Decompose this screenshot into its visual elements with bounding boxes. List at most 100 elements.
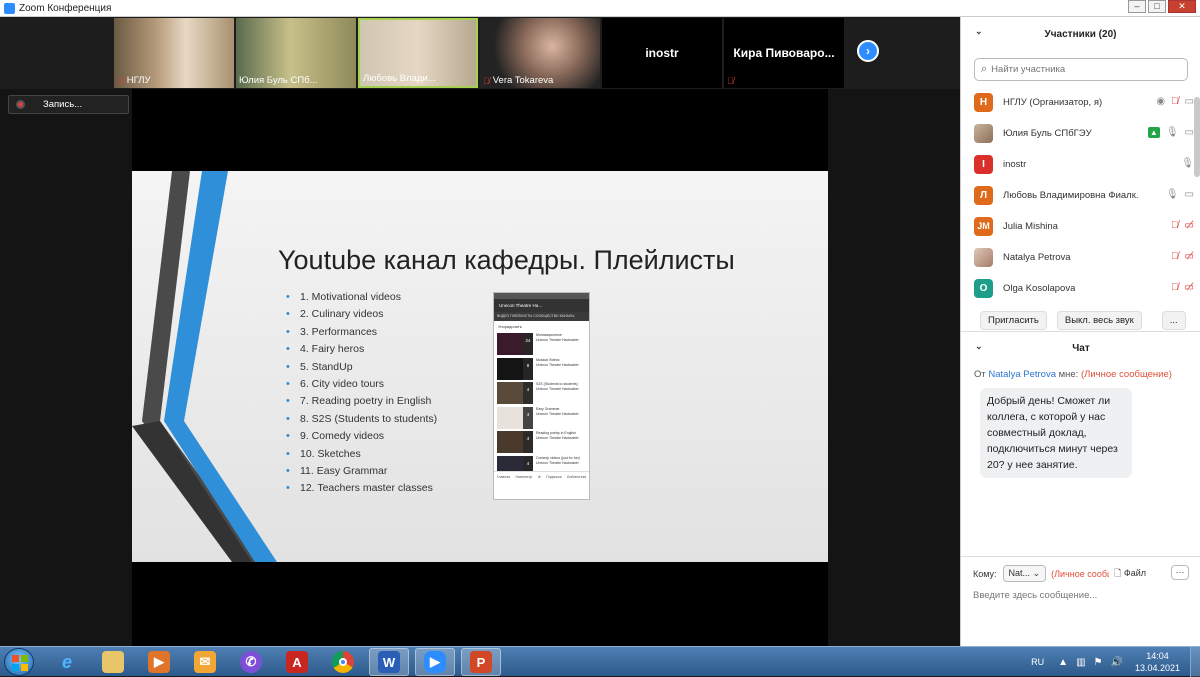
search-input[interactable] xyxy=(991,64,1172,75)
video-tile[interactable]: 🎙̸ НГЛУ xyxy=(114,18,234,88)
list-item: 1. Motivational videos xyxy=(286,289,437,307)
mic-muted-icon: 🎙̸ xyxy=(727,76,734,86)
chat-input[interactable]: Введите здесь сообщение... xyxy=(973,590,1200,601)
playlist-row: 4 Easy Grammar Unecon Theatre Hacksaber xyxy=(494,406,589,431)
taskbar-media[interactable]: ▶ xyxy=(139,648,179,676)
participant-search[interactable]: ⌕ xyxy=(974,58,1188,81)
mic-muted-icon: 🎙̸ xyxy=(483,75,490,86)
mute-all-button[interactable]: Выкл. весь звук xyxy=(1056,311,1142,330)
pdf-icon: A xyxy=(286,651,308,673)
chat-more-button[interactable]: ··· xyxy=(1171,565,1189,580)
file-button[interactable]: 🗋 Файл xyxy=(1114,566,1146,582)
video-tile-active-speaker[interactable]: Любовь Влади... xyxy=(358,18,478,88)
minimize-button[interactable]: – xyxy=(1128,0,1146,13)
window-title: Zoom Конференция xyxy=(19,2,112,14)
participant-row[interactable]: Н НГЛУ (Организатор, я) ◉ 🎙̸ ▭ xyxy=(961,87,1200,118)
participant-row[interactable]: O Olga Kosolapova 🎙̸ ▭̸ xyxy=(961,273,1200,304)
taskbar-chrome[interactable] xyxy=(323,648,363,676)
more-button[interactable]: ... xyxy=(1161,311,1186,330)
mic-muted-icon[interactable]: 🎙̸ xyxy=(1171,282,1179,293)
participant-row[interactable]: Natalya Petrova 🎙̸ ▭̸ xyxy=(961,242,1200,273)
avatar: I xyxy=(974,155,993,174)
chat-header: ⌄ Чат xyxy=(961,332,1200,364)
mic-muted-icon[interactable]: 🎙̸ xyxy=(1171,220,1179,231)
video-tile[interactable]: inostr xyxy=(602,18,722,88)
invite-button[interactable]: Пригласить xyxy=(980,311,1047,330)
video-icon[interactable]: ▭ xyxy=(1185,127,1194,138)
phone-tabs: ВИДЕО ПЛЕЙЛИСТЫ СООБЩЕСТВО КАНАЛЫ xyxy=(494,312,589,321)
network-icon[interactable]: ▥ xyxy=(1076,657,1085,668)
participant-row[interactable]: Юлия Буль СПбГЭУ ▲ 🎙 ▭ xyxy=(961,118,1200,149)
windows-logo-icon xyxy=(12,655,28,671)
tile-name: Кира Пивоваро... xyxy=(733,46,835,60)
video-off-icon[interactable]: ▭̸ xyxy=(1185,220,1194,231)
video-tile[interactable]: 🎙̸ Vera Tokareva xyxy=(480,18,600,88)
mail-icon: ✉ xyxy=(194,651,216,673)
list-item: 2. Culinary videos xyxy=(286,306,437,324)
chat-compose: Кому: Nat... ⌄ (Личное сообщ 🗋 Файл ··· … xyxy=(961,556,1200,647)
playlist-row: 8 Musical Videos Unecon Theatre Hacksaber xyxy=(494,357,589,382)
start-button[interactable] xyxy=(4,648,34,676)
next-page-button[interactable]: › xyxy=(857,40,879,62)
taskbar-acrobat[interactable]: A xyxy=(277,648,317,676)
record-icon: ◉ xyxy=(1156,96,1166,107)
participant-name: Julia Mishina xyxy=(1003,221,1058,232)
participant-row[interactable]: I inostr 🎙 xyxy=(961,149,1200,180)
list-item: 12. Teachers master classes xyxy=(286,480,437,498)
action-center-icon[interactable]: ⚑ xyxy=(1094,657,1103,668)
participants-scrollbar[interactable] xyxy=(1194,97,1200,177)
show-desktop-button[interactable] xyxy=(1190,647,1200,677)
mic-icon[interactable]: 🎙 xyxy=(1181,158,1194,169)
taskbar-outlook[interactable]: ✉ xyxy=(185,648,225,676)
mic-icon[interactable]: 🎙 xyxy=(1166,189,1179,200)
mic-muted-icon[interactable]: 🎙̸ xyxy=(1171,251,1179,262)
maximize-button[interactable]: □ xyxy=(1148,0,1166,13)
list-item: 8. S2S (Students to students) xyxy=(286,411,437,429)
video-icon[interactable]: ▭ xyxy=(1185,96,1194,107)
video-off-icon[interactable]: ▭̸ xyxy=(1185,282,1194,293)
recording-indicator[interactable]: Запись... xyxy=(8,95,129,114)
clock[interactable]: 14:04 13.04.2021 xyxy=(1135,650,1180,674)
mic-icon[interactable]: 🎙 xyxy=(1166,127,1179,138)
avatar: JM xyxy=(974,217,993,236)
taskbar-ie[interactable]: e xyxy=(47,648,87,676)
tray-expand-icon[interactable]: ▲ xyxy=(1058,657,1068,668)
taskbar-zoom[interactable]: ▶ xyxy=(415,648,455,676)
video-tile[interactable]: Кира Пивоваро... 🎙̸ xyxy=(724,18,844,88)
avatar: Н xyxy=(974,93,993,112)
word-icon: W xyxy=(378,651,400,673)
chevron-down-icon[interactable]: ⌄ xyxy=(975,26,983,37)
playlist-row: 24 Мотивационное Unecon Theatre Hacksaber xyxy=(494,332,589,357)
volume-icon[interactable]: 🔊 xyxy=(1111,657,1123,668)
powerpoint-icon: P xyxy=(470,651,492,673)
participant-row[interactable]: JM Julia Mishina 🎙̸ ▭̸ xyxy=(961,211,1200,242)
window-titlebar: Zoom Конференция – □ ✕ xyxy=(0,0,1200,17)
avatar: O xyxy=(974,279,993,298)
taskbar-powerpoint[interactable]: P xyxy=(461,648,501,676)
video-tile[interactable]: Юлия Буль СПб... xyxy=(236,18,356,88)
taskbar-explorer[interactable] xyxy=(93,648,133,676)
tile-name: inostr xyxy=(645,46,679,60)
video-icon[interactable]: ▭ xyxy=(1185,189,1194,200)
taskbar-word[interactable]: W xyxy=(369,648,409,676)
presentation-slide: Youtube канал кафедры. Плейлисты 1. Moti… xyxy=(132,171,828,562)
taskbar-viber[interactable]: ✆ xyxy=(231,648,271,676)
participant-name: Natalya Petrova xyxy=(1003,252,1071,263)
list-item: 10. Sketches xyxy=(286,446,437,464)
phone-nav: Главная Навигатор ⊕ Подписки Библиотека xyxy=(494,471,589,499)
sender-name[interactable]: Natalya Petrova xyxy=(988,369,1056,380)
participant-row[interactable]: Л Любовь Владимировна Фиалк... 🎙 ▭ xyxy=(961,180,1200,211)
recipient-select[interactable]: Nat... ⌄ xyxy=(1002,565,1047,582)
avatar: Л xyxy=(974,186,993,205)
internet-explorer-icon: e xyxy=(61,651,72,672)
list-item: 11. Easy Grammar xyxy=(286,463,437,481)
video-off-icon[interactable]: ▭̸ xyxy=(1185,251,1194,262)
language-indicator[interactable]: RU xyxy=(1031,657,1044,667)
list-item: 4. Fairy heros xyxy=(286,341,437,359)
media-player-icon: ▶ xyxy=(148,651,170,673)
close-button[interactable]: ✕ xyxy=(1168,0,1196,13)
chevron-down-icon[interactable]: ⌄ xyxy=(975,341,983,352)
participant-name: Юлия Буль СПбГЭУ xyxy=(1003,128,1092,139)
chat-message: Добрый день! Сможет ли коллега, с которо… xyxy=(980,388,1132,478)
mic-muted-icon[interactable]: 🎙̸ xyxy=(1171,96,1179,107)
